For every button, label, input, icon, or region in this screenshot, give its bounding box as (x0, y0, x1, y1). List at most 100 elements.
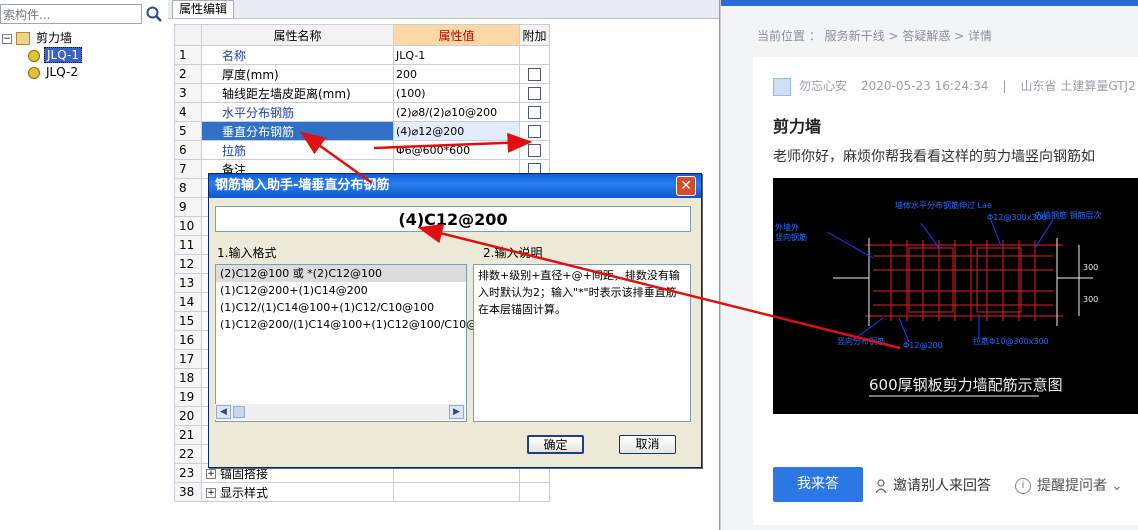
property-name[interactable]: 厚度(mm) (201, 64, 394, 84)
list-item[interactable]: (1)C12@200+(1)C14@200 (216, 282, 466, 299)
tree-item[interactable]: JLQ-1 (2, 47, 82, 64)
post-datetime: 2020-05-23 16:24:34 (861, 79, 989, 93)
row-number: 23 (174, 463, 202, 483)
list-item[interactable]: (2)C12@100 或 *(2)C12@100 (216, 265, 466, 282)
property-group-label: 锚固搭接 (220, 466, 269, 481)
rebar-input-helper-dialog: 钢筋输入助手-墙垂直分布钢筋 ✕ (4)C12@200 1.输入格式 2.输入说… (208, 173, 702, 468)
tab-property-edit[interactable]: 属性编辑 (172, 0, 234, 18)
section-input-format: 1.输入格式 (217, 246, 277, 260)
tree-root[interactable]: − 剪力墙 (2, 30, 82, 47)
extra-cell (519, 83, 550, 103)
table-row[interactable]: 5 垂直分布钢筋 (4)⌀12@200 (174, 121, 550, 141)
extra-cell (519, 64, 550, 84)
invite-label: 邀请别人来回答 (893, 478, 991, 494)
table-row[interactable]: 38 + 显示样式 (174, 482, 550, 502)
info-icon: i (1015, 478, 1031, 494)
dialog-title: 钢筋输入助手-墙垂直分布钢筋 (209, 174, 701, 198)
remind-button[interactable]: i 提醒提问者 ⌄ (1015, 475, 1123, 495)
property-value[interactable]: (2)⌀8/(2)⌀10@200 (393, 102, 520, 122)
extra-checkbox[interactable] (528, 144, 541, 157)
row-number: 20 (174, 406, 202, 426)
search-icon[interactable] (144, 4, 164, 24)
table-row[interactable]: 1 名称 JLQ-1 (174, 45, 550, 65)
property-name[interactable]: 名称 (201, 45, 394, 65)
question-body: 老师你好，麻烦你帮我看看这样的剪力墙竖向钢筋如 (773, 149, 1095, 165)
property-name[interactable]: 垂直分布钢筋 (201, 121, 394, 141)
gear-icon (28, 49, 40, 62)
row-number: 19 (174, 387, 202, 407)
row-number: 16 (174, 330, 202, 350)
header-property-value: 属性值 (393, 24, 520, 46)
format-list[interactable]: (2)C12@100 或 *(2)C12@100 (1)C12@200+(1)C… (215, 264, 498, 422)
property-name[interactable]: 轴线距左墙皮距离(mm) (201, 83, 394, 103)
property-group[interactable]: + 显示样式 (201, 482, 394, 502)
list-item[interactable]: (1)C12@200/(1)C14@100+(1)C12@100/C10@200 (216, 316, 498, 333)
list-item[interactable]: (1)C12/(1)C14@100+(1)C12/C10@100 (216, 299, 466, 316)
row-number: 1 (174, 45, 202, 65)
drawing-label: 竖向钢筋 (775, 232, 807, 242)
property-name[interactable]: 水平分布钢筋 (201, 102, 394, 122)
drawing-label: 内墙钢筋 钢筋层次 (1035, 210, 1102, 220)
scroll-thumb[interactable] (233, 406, 245, 418)
table-row[interactable]: 3 轴线距左墙皮距离(mm) (100) (174, 83, 550, 103)
extra-checkbox[interactable] (528, 68, 541, 81)
table-row[interactable]: 6 拉筋 Φ6@600*600 (174, 140, 550, 160)
close-icon[interactable]: ✕ (676, 176, 696, 196)
expand-icon[interactable]: + (206, 488, 216, 498)
property-value[interactable] (393, 482, 520, 502)
dimension-label: 300 (1083, 295, 1098, 304)
table-row[interactable]: 2 厚度(mm) 200 (174, 64, 550, 84)
row-number: 7 (174, 159, 202, 179)
property-name[interactable]: 拉筋 (201, 140, 394, 160)
property-value[interactable]: (100) (393, 83, 520, 103)
cancel-button[interactable]: 取消 (619, 435, 676, 454)
drawing-label: 竖向分布钢筋 (837, 336, 885, 346)
extra-checkbox[interactable] (528, 106, 541, 119)
invite-button[interactable]: 邀请别人来回答 (875, 475, 991, 495)
tree-item[interactable]: JLQ-2 (2, 64, 82, 81)
drawing-label: Φ12@200 (903, 341, 943, 350)
component-search-input[interactable]: 索构件... (0, 4, 142, 24)
author-row: 勿忘心安 2020-05-23 16:24:34 | 山东省 土建算量GTJ2 (773, 77, 1136, 96)
description-box: 排数+级别+直径+@+间距，排数没有输入时默认为2；输入"*"时表示该排垂直筋在… (473, 264, 691, 422)
extra-cell (519, 102, 550, 122)
question-title: 剪力墙 (773, 117, 822, 136)
breadcrumb[interactable]: 当前位置 ： 服务新干线 > 答疑解惑 > 详情 (757, 27, 992, 44)
grid-corner (174, 24, 202, 46)
extra-cell (519, 121, 550, 141)
qa-web-page: 当前位置 ： 服务新干线 > 答疑解惑 > 详情 勿忘心安 2020-05-23 … (720, 0, 1138, 530)
scroll-right-icon[interactable]: ▶ (449, 405, 464, 419)
section-input-description: 2.输入说明 (483, 246, 543, 260)
post-location: 山东省 土建算量GTJ2 (1020, 79, 1136, 93)
row-number: 17 (174, 349, 202, 369)
row-number: 10 (174, 216, 202, 236)
table-row[interactable]: 4 水平分布钢筋 (2)⌀8/(2)⌀10@200 (174, 102, 550, 122)
row-number: 12 (174, 254, 202, 274)
dimension-label: 300 (1083, 263, 1098, 272)
row-number: 21 (174, 425, 202, 445)
property-value[interactable]: (4)⌀12@200 (393, 121, 520, 141)
header-property-name: 属性名称 (201, 24, 394, 46)
row-number: 3 (174, 83, 202, 103)
remind-label: 提醒提问者 (1037, 478, 1107, 494)
property-value[interactable]: JLQ-1 (393, 45, 520, 65)
author-name[interactable]: 勿忘心安 (799, 79, 847, 93)
ok-button[interactable]: 确定 (527, 435, 584, 454)
horizontal-scrollbar[interactable]: ◀ ▶ (215, 404, 465, 420)
row-number: 4 (174, 102, 202, 122)
row-number: 18 (174, 368, 202, 388)
expand-icon[interactable]: + (206, 469, 216, 479)
header-extra: 附加 (519, 24, 550, 46)
property-value[interactable]: 200 (393, 64, 520, 84)
extra-cell (519, 140, 550, 160)
rebar-value-input[interactable]: (4)C12@200 (215, 206, 691, 232)
answer-button[interactable]: 我来答 (773, 467, 863, 502)
tree-item-label: JLQ-1 (44, 47, 82, 63)
property-value[interactable]: Φ6@600*600 (393, 140, 520, 160)
row-number: 22 (174, 444, 202, 464)
scroll-left-icon[interactable]: ◀ (216, 405, 231, 419)
extra-checkbox[interactable] (528, 87, 541, 100)
cad-drawing-image[interactable]: 墙体水平分布钢筋伸过 Lae Φ12@300x300 内墙钢筋 钢筋层次 外墙外… (773, 178, 1138, 414)
collapse-icon[interactable]: − (2, 33, 12, 44)
extra-checkbox[interactable] (528, 125, 541, 138)
